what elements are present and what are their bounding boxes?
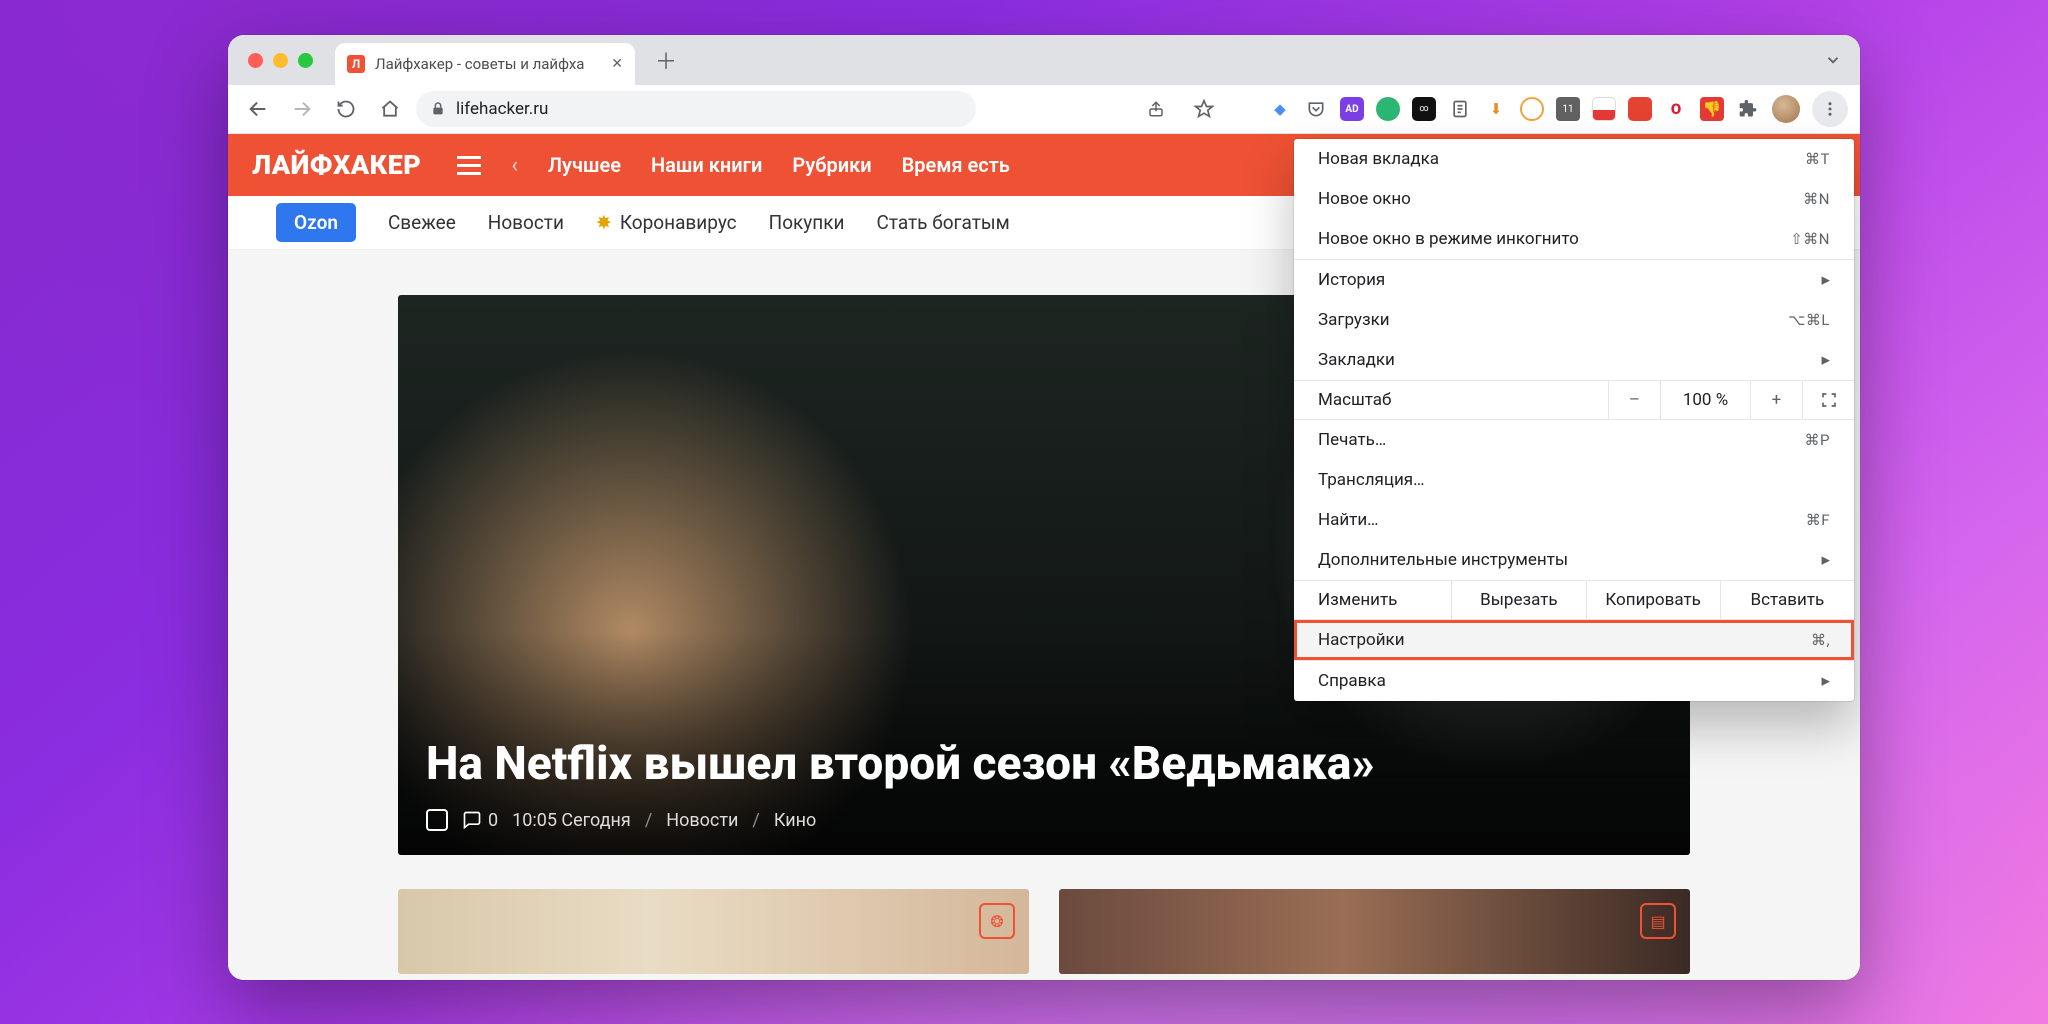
hero-cat-cinema[interactable]: Кино bbox=[774, 810, 816, 831]
share-icon[interactable] bbox=[1138, 91, 1174, 127]
extension-thumbs-icon[interactable]: 👎 bbox=[1700, 97, 1724, 121]
menu-bookmarks[interactable]: Закладки▸ bbox=[1294, 340, 1854, 380]
chevron-right-icon: ▸ bbox=[1821, 270, 1830, 290]
chevron-right-icon: ▸ bbox=[1821, 350, 1830, 370]
menu-help[interactable]: Справка▸ bbox=[1294, 661, 1854, 701]
profile-avatar[interactable] bbox=[1772, 95, 1800, 123]
subnav-corona[interactable]: ✸Коронавирус bbox=[596, 211, 737, 234]
chevron-right-icon: ▸ bbox=[1821, 550, 1830, 570]
extension-yandex-icon[interactable]: ◆ bbox=[1268, 97, 1292, 121]
menu-paste[interactable]: Вставить bbox=[1720, 581, 1854, 619]
chrome-menu-button[interactable] bbox=[1812, 91, 1848, 127]
subnav-news[interactable]: Новости bbox=[488, 211, 564, 234]
subnav-shopping[interactable]: Покупки bbox=[769, 211, 845, 234]
zoom-value: 100 % bbox=[1660, 381, 1750, 419]
minimize-window-button[interactable] bbox=[273, 53, 288, 68]
close-window-button[interactable] bbox=[248, 53, 263, 68]
nav-prev-icon[interactable]: ‹ bbox=[511, 153, 518, 178]
tab-title: Лайфхакер - советы и лайфха bbox=[375, 55, 601, 73]
menu-cast[interactable]: Трансляция… bbox=[1294, 460, 1854, 500]
hero-title: На Netflix вышел второй сезон «Ведьмака» bbox=[426, 738, 1662, 791]
nav-item-best[interactable]: Лучшее bbox=[548, 153, 621, 177]
extension-green-icon[interactable] bbox=[1376, 97, 1400, 121]
subnav-rich[interactable]: Стать богатым bbox=[877, 211, 1010, 234]
nav-item-books[interactable]: Наши книги bbox=[651, 153, 762, 177]
menu-copy[interactable]: Копировать bbox=[1586, 581, 1720, 619]
address-bar[interactable]: lifehacker.ru bbox=[416, 91, 976, 127]
fullscreen-icon[interactable] bbox=[1802, 381, 1854, 419]
menu-edit-row: Изменить Вырезать Копировать Вставить bbox=[1294, 580, 1854, 620]
reload-button[interactable] bbox=[328, 91, 364, 127]
article-cards: ❂ ▤ bbox=[398, 889, 1690, 974]
tab-overflow-icon[interactable] bbox=[1824, 51, 1842, 69]
site-logo[interactable]: ЛАЙФХАКЕР bbox=[252, 149, 421, 181]
extension-todoist-icon[interactable] bbox=[1628, 97, 1652, 121]
article-card-1[interactable]: ❂ bbox=[398, 889, 1029, 974]
nav-item-food[interactable]: Время есть bbox=[902, 153, 1010, 177]
chrome-menu: Новая вкладка⌘T Новое окно⌘N Новое окно … bbox=[1294, 139, 1854, 701]
comments-icon[interactable]: 0 bbox=[462, 810, 498, 831]
zoom-in-button[interactable]: + bbox=[1750, 381, 1802, 419]
bookmark-star-icon[interactable] bbox=[1186, 91, 1222, 127]
bookmark-icon[interactable] bbox=[426, 809, 448, 831]
extension-opera-icon[interactable]: O bbox=[1664, 97, 1688, 121]
chevron-right-icon: ▸ bbox=[1821, 671, 1830, 691]
tab-active[interactable]: Л Лайфхакер - советы и лайфха ✕ bbox=[335, 43, 635, 85]
menu-edit-label: Изменить bbox=[1294, 581, 1451, 619]
tab-strip: Л Лайфхакер - советы и лайфха ✕ ＋ bbox=[228, 35, 1860, 85]
home-button[interactable] bbox=[372, 91, 408, 127]
menu-history[interactable]: История▸ bbox=[1294, 260, 1854, 300]
menu-downloads[interactable]: Загрузки⌥⌘L bbox=[1294, 300, 1854, 340]
nav-item-sections[interactable]: Рубрики bbox=[792, 153, 871, 177]
hero-meta: 0 10:05 Сегодня / Новости / Кино bbox=[426, 809, 1662, 831]
extension-badge-icon[interactable]: 11 bbox=[1556, 97, 1580, 121]
maximize-window-button[interactable] bbox=[298, 53, 313, 68]
menu-print[interactable]: Печать…⌘P bbox=[1294, 420, 1854, 460]
hamburger-icon[interactable] bbox=[457, 156, 481, 175]
virus-icon: ✸ bbox=[596, 211, 612, 234]
menu-zoom: Масштаб – 100 % + bbox=[1294, 380, 1854, 420]
extension-pocket-icon[interactable] bbox=[1304, 97, 1328, 121]
menu-settings[interactable]: Настройки⌘, bbox=[1294, 620, 1854, 660]
hero-time: 10:05 Сегодня bbox=[512, 810, 631, 831]
extension-adblock-icon[interactable]: AD bbox=[1340, 97, 1364, 121]
browser-window: Л Лайфхакер - советы и лайфха ✕ ＋ lifeha… bbox=[228, 35, 1860, 980]
menu-find[interactable]: Найти…⌘F bbox=[1294, 500, 1854, 540]
menu-more-tools[interactable]: Дополнительные инструменты▸ bbox=[1294, 540, 1854, 580]
menu-new-tab[interactable]: Новая вкладка⌘T bbox=[1294, 139, 1854, 179]
extensions-puzzle-icon[interactable] bbox=[1736, 97, 1760, 121]
lock-icon bbox=[430, 101, 446, 117]
extension-notes-icon[interactable] bbox=[1448, 97, 1472, 121]
zoom-out-button[interactable]: – bbox=[1608, 381, 1660, 419]
card-category-icon: ▤ bbox=[1640, 903, 1676, 939]
tab-close-icon[interactable]: ✕ bbox=[611, 56, 623, 72]
window-controls bbox=[248, 53, 313, 68]
extension-orange-icon[interactable] bbox=[1520, 97, 1544, 121]
url-text: lifehacker.ru bbox=[456, 99, 548, 119]
forward-button[interactable] bbox=[284, 91, 320, 127]
new-tab-button[interactable]: ＋ bbox=[649, 43, 683, 77]
menu-cut[interactable]: Вырезать bbox=[1451, 581, 1585, 619]
extension-dark-icon[interactable]: ∞ bbox=[1412, 97, 1436, 121]
article-card-2[interactable]: ▤ bbox=[1059, 889, 1690, 974]
toolbar-actions: ◆ AD ∞ ⬇ 11 O 👎 bbox=[1138, 91, 1848, 127]
extension-download-icon[interactable]: ⬇ bbox=[1484, 97, 1508, 121]
menu-incognito[interactable]: Новое окно в режиме инкогнито⇧⌘N bbox=[1294, 219, 1854, 259]
menu-new-window[interactable]: Новое окно⌘N bbox=[1294, 179, 1854, 219]
back-button[interactable] bbox=[240, 91, 276, 127]
card-category-icon: ❂ bbox=[979, 903, 1015, 939]
subnav-pill-ozon[interactable]: Ozon bbox=[276, 203, 356, 242]
hero-cat-news[interactable]: Новости bbox=[666, 810, 738, 831]
browser-toolbar: lifehacker.ru ◆ AD ∞ ⬇ 11 O 👎 bbox=[228, 85, 1860, 134]
subnav-fresh[interactable]: Свежее bbox=[388, 211, 456, 234]
favicon: Л bbox=[347, 55, 365, 73]
extension-red-bar-icon[interactable] bbox=[1592, 97, 1616, 121]
